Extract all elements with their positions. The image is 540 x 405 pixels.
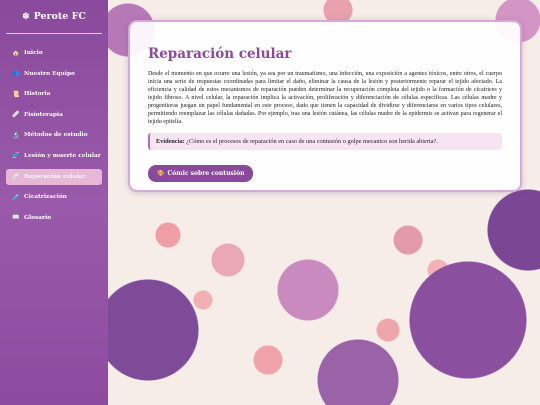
content-card: Reparación celular Desde el momento en q… [128, 20, 522, 192]
brand-title: Perote FC [33, 11, 86, 22]
sidebar-item-glosario[interactable]: 📖 Glosario [6, 210, 102, 226]
sidebar-item-inicio[interactable]: 🏠 Inicio [6, 45, 102, 61]
page-title: Reparación celular [148, 46, 292, 62]
sidebar-item-label: Historia [24, 91, 51, 98]
snowflake-icon: ❄ [22, 11, 30, 22]
sidebar-item-label: Fisioterapia [24, 111, 63, 118]
sidebar: ❄ Perote FC 🏠 Inicio 👥 Nuestro Equipo 📜 … [0, 0, 108, 405]
home-icon: 🏠 [12, 49, 20, 57]
test-tube-icon: 🧪 [12, 193, 20, 201]
dna-icon: 🧬 [12, 152, 20, 160]
sidebar-item-nuestro-equipo[interactable]: 👥 Nuestro Equipo [6, 66, 102, 82]
sidebar-item-historia[interactable]: 📜 Historia [6, 86, 102, 102]
sidebar-item-reparacion-celular[interactable]: 🩹 Reparación celular [6, 168, 102, 185]
evidence-box: Evidencia: ¿Cómo es el procesos de repar… [148, 132, 502, 150]
main-content: Reparación celular Desde el momento en q… [108, 0, 540, 405]
sidebar-item-metodos-de-estudio[interactable]: 🔬 Métodos de estudio [6, 127, 102, 143]
sidebar-item-label: Cicatrización [24, 194, 67, 201]
sidebar-item-cicatrizacion[interactable]: 🧪 Cicatrización [6, 189, 102, 205]
microscope-icon: 🔬 [12, 131, 20, 139]
sidebar-nav: 🏠 Inicio 👥 Nuestro Equipo 📜 Historia 🩹 F… [0, 45, 108, 226]
team-icon: 👥 [12, 70, 20, 78]
sidebar-item-label: Glosario [24, 214, 52, 221]
sidebar-item-label: Reparación celular [24, 173, 86, 180]
bandage-icon: 🩹 [12, 173, 20, 181]
brand[interactable]: ❄ Perote FC [6, 0, 102, 34]
sidebar-item-fisioterapia[interactable]: 🩹 Fisioterapia [6, 107, 102, 123]
sidebar-item-label: Lesión y muerte celular [24, 152, 101, 159]
sidebar-item-label: Métodos de estudio [24, 132, 88, 139]
sidebar-item-label: Inicio [24, 50, 43, 56]
book-icon: 📖 [12, 214, 20, 222]
scroll-icon: 📜 [12, 90, 20, 98]
comic-button-label: Cómic sobre contusión [167, 169, 245, 177]
body-paragraph: Desde el momento en que ocurre una lesió… [148, 71, 502, 125]
comic-button[interactable]: 🎨 Cómic sobre contusión [148, 164, 254, 182]
evidence-text: ¿Cómo es el procesos de reparación en ca… [184, 137, 438, 145]
palette-icon: 🎨 [157, 169, 165, 177]
bandage-icon: 🩹 [12, 111, 20, 119]
evidence-label: Evidencia: [156, 137, 185, 145]
sidebar-item-label: Nuestro Equipo [24, 70, 75, 77]
sidebar-item-lesion-y-muerte-celular[interactable]: 🧬 Lesión y muerte celular [6, 148, 102, 164]
